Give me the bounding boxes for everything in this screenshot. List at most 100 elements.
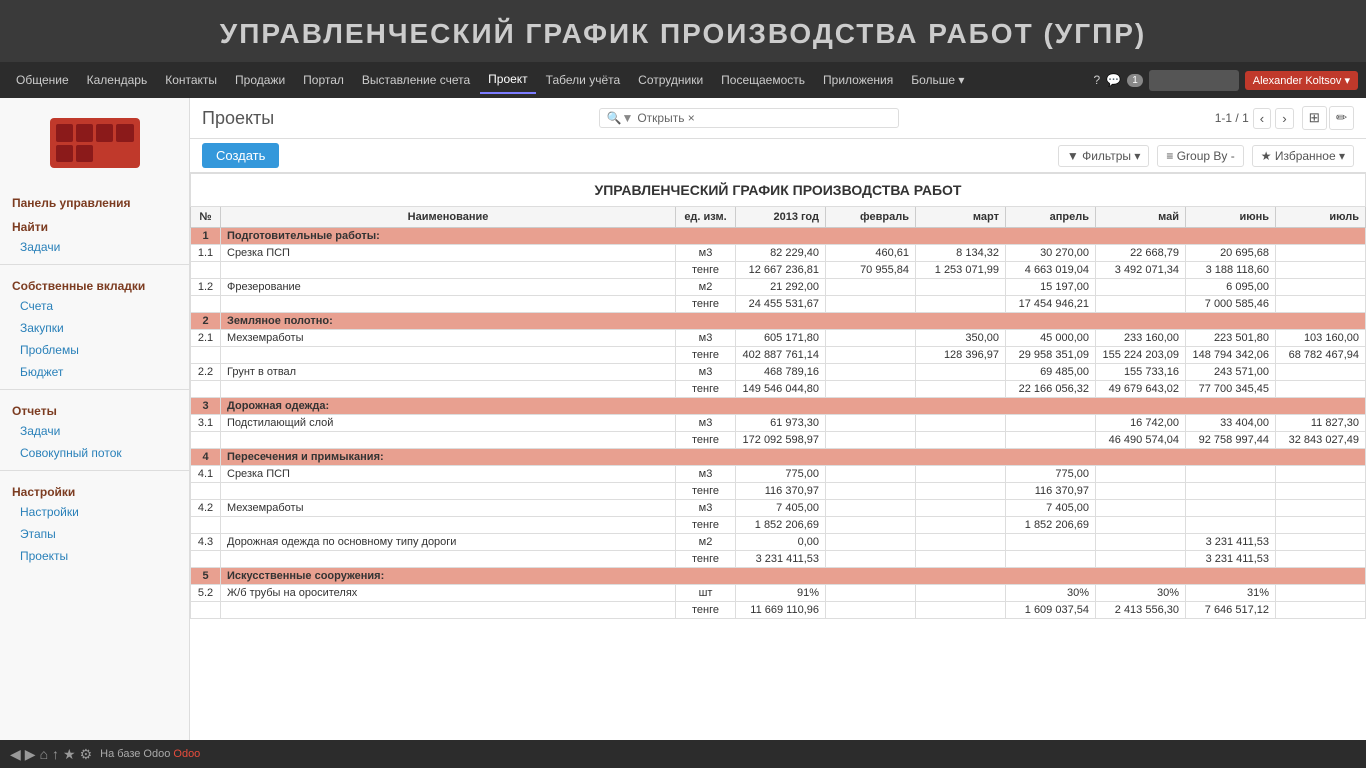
row-year: 21 292,00	[736, 279, 826, 296]
user-menu-button[interactable]: Alexander Koltsov ▾	[1245, 71, 1358, 90]
row-unit: м3	[676, 330, 736, 347]
row-name: Срезка ПСП	[221, 466, 676, 483]
sidebar-item-stages[interactable]: Этапы	[0, 523, 189, 545]
row-feb	[826, 500, 916, 517]
bottom-share-icon[interactable]: ↑	[52, 746, 59, 763]
sidebar-item-projects[interactable]: Проекты	[0, 545, 189, 567]
bottom-home-icon[interactable]: ⌂	[40, 746, 48, 763]
row-mar	[916, 432, 1006, 449]
row-apr	[1006, 534, 1096, 551]
filters-button[interactable]: ▼ Фильтры ▾	[1058, 145, 1150, 167]
sidebar: Панель управления Найти Задачи Собственн…	[0, 98, 190, 740]
nav-project[interactable]: Проект	[480, 66, 536, 94]
nav-calendar[interactable]: Календарь	[79, 67, 156, 93]
favorites-button[interactable]: ★ Избранное ▾	[1252, 145, 1354, 167]
row-jul: 103 160,00	[1276, 330, 1366, 347]
row-section-name: Искусственные сооружения:	[221, 568, 1366, 585]
row-mar	[916, 534, 1006, 551]
row-may	[1096, 534, 1186, 551]
table-data-row: тенге 11 669 110,96 1 609 037,54 2 413 5…	[191, 602, 1366, 619]
groupby-button[interactable]: ≡ Group By -	[1157, 145, 1243, 167]
col-header-year: 2013 год	[736, 207, 826, 228]
row-jul	[1276, 551, 1366, 568]
row-year: 61 973,30	[736, 415, 826, 432]
bottom-settings-icon[interactable]: ⚙	[80, 746, 93, 763]
row-may: 46 490 574,04	[1096, 432, 1186, 449]
row-mar	[916, 551, 1006, 568]
odoo-link[interactable]: Odoo	[173, 748, 200, 760]
row-jun	[1186, 517, 1276, 534]
sidebar-item-purchases[interactable]: Закупки	[0, 317, 189, 339]
row-mar	[916, 466, 1006, 483]
nav-sales[interactable]: Продажи	[227, 67, 293, 93]
row-year: 82 229,40	[736, 245, 826, 262]
create-button[interactable]: Создать	[202, 143, 279, 168]
brick-hole-1	[56, 124, 73, 142]
row-section-name: Подготовительные работы:	[221, 228, 1366, 245]
row-name	[221, 432, 676, 449]
table-section-row: 2 Земляное полотно:	[191, 313, 1366, 330]
row-mar	[916, 585, 1006, 602]
help-icon[interactable]: ?	[1094, 73, 1101, 87]
sidebar-item-accounts[interactable]: Счета	[0, 295, 189, 317]
row-num: 1	[191, 228, 221, 245]
brick-hole-2	[76, 124, 93, 142]
table-data-row: тенге 116 370,97 116 370,97	[191, 483, 1366, 500]
bottom-prev-icon[interactable]: ◀	[10, 746, 21, 763]
row-jul	[1276, 585, 1366, 602]
sidebar-item-flow[interactable]: Совокупный поток	[0, 442, 189, 464]
view-list-button[interactable]: ✏	[1329, 106, 1354, 130]
nav-employees[interactable]: Сотрудники	[630, 67, 711, 93]
nav-timesheets[interactable]: Табели учёта	[538, 67, 628, 93]
row-jun	[1186, 466, 1276, 483]
row-num	[191, 296, 221, 313]
row-num: 1.1	[191, 245, 221, 262]
row-feb	[826, 296, 916, 313]
row-num	[191, 381, 221, 398]
sidebar-item-settings[interactable]: Настройки	[0, 501, 189, 523]
nav-obshenie[interactable]: Общение	[8, 67, 77, 93]
row-name	[221, 296, 676, 313]
row-mar	[916, 279, 1006, 296]
global-search-input[interactable]	[1149, 70, 1239, 91]
row-num: 3	[191, 398, 221, 415]
pager-prev[interactable]: ‹	[1253, 108, 1271, 129]
nav-apps[interactable]: Приложения	[815, 67, 901, 93]
nav-portal[interactable]: Портал	[295, 67, 352, 93]
sidebar-item-budget[interactable]: Бюджет	[0, 361, 189, 383]
nav-invoice[interactable]: Выставление счета	[354, 67, 478, 93]
row-jun: 77 700 345,45	[1186, 381, 1276, 398]
view-grid-button[interactable]: ⊞	[1302, 106, 1327, 130]
pager: 1-1 / 1 ‹ ›	[1215, 108, 1294, 129]
view-buttons: ⊞ ✏	[1302, 106, 1354, 130]
table-data-row: 3.1 Подстилающий слой м3 61 973,30 16 74…	[191, 415, 1366, 432]
bottom-star-icon[interactable]: ★	[63, 746, 76, 763]
row-year: 172 092 598,97	[736, 432, 826, 449]
row-apr	[1006, 432, 1096, 449]
nav-contacts[interactable]: Контакты	[157, 67, 225, 93]
table-data-row: тенге 1 852 206,69 1 852 206,69	[191, 517, 1366, 534]
row-apr: 775,00	[1006, 466, 1096, 483]
sidebar-item-tasks-find[interactable]: Задачи	[0, 236, 189, 258]
sidebar-section-reports: Отчеты	[0, 396, 189, 420]
row-may: 16 742,00	[1096, 415, 1186, 432]
row-feb	[826, 432, 916, 449]
row-jul	[1276, 466, 1366, 483]
nav-more[interactable]: Больше ▾	[903, 67, 972, 93]
pager-next[interactable]: ›	[1275, 108, 1293, 129]
row-section-name: Земляное полотно:	[221, 313, 1366, 330]
sidebar-item-issues[interactable]: Проблемы	[0, 339, 189, 361]
row-num	[191, 551, 221, 568]
search-icon[interactable]: 🔍	[606, 111, 621, 125]
row-num	[191, 347, 221, 364]
bottom-next-icon[interactable]: ▶	[25, 746, 36, 763]
search-funnel-icon[interactable]: ▼	[621, 111, 633, 125]
sidebar-item-tasks-report[interactable]: Задачи	[0, 420, 189, 442]
table-data-row: 2.2 Грунт в отвал м3 468 789,16 69 485,0…	[191, 364, 1366, 381]
row-feb	[826, 517, 916, 534]
nav-attendance[interactable]: Посещаемость	[713, 67, 813, 93]
chat-icon[interactable]: 💬	[1106, 73, 1121, 87]
row-unit: м3	[676, 415, 736, 432]
row-jul	[1276, 279, 1366, 296]
row-jul	[1276, 296, 1366, 313]
